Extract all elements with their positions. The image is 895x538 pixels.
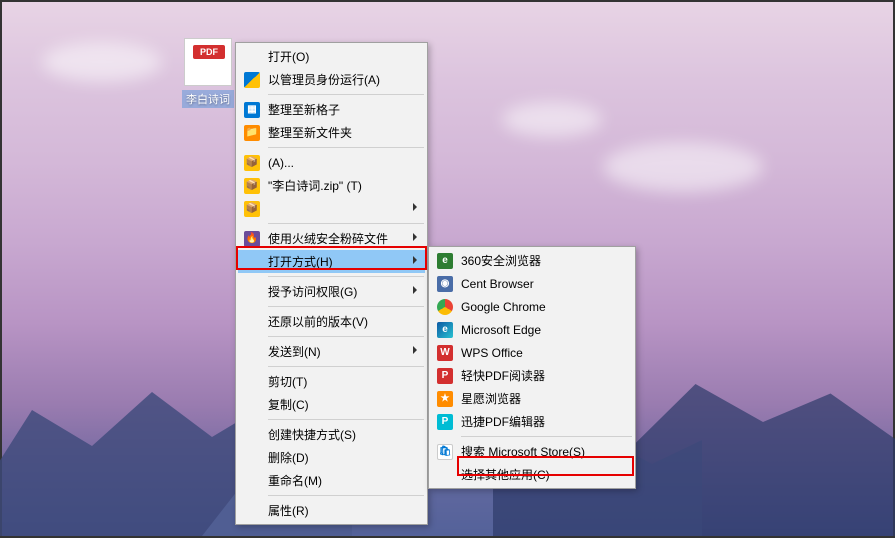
- archive-icon: 📦: [244, 201, 260, 217]
- chevron-right-icon: [411, 346, 419, 357]
- openwith-xingyuan[interactable]: ★ 星愿浏览器: [431, 387, 633, 410]
- menu-open[interactable]: 打开(O): [238, 45, 425, 68]
- browser-360-icon: e: [437, 253, 453, 269]
- menu-grant-access[interactable]: 授予访问权限(G): [238, 280, 425, 303]
- menu-create-shortcut[interactable]: 创建快捷方式(S): [238, 423, 425, 446]
- openwith-choose-other[interactable]: 选择其他应用(C): [431, 463, 633, 486]
- shield-icon: [244, 72, 260, 88]
- context-menu: 打开(O) 以管理员身份运行(A) ▦ 整理至新格子 📁 整理至新文件夹 📦 (…: [235, 42, 428, 525]
- menu-separator: [268, 495, 424, 496]
- star-browser-icon: ★: [437, 391, 453, 407]
- menu-open-with[interactable]: 打开方式(H): [238, 250, 425, 273]
- open-with-submenu: e 360安全浏览器 ◉ Cent Browser Google Chrome …: [428, 246, 636, 489]
- menu-separator: [268, 147, 424, 148]
- menu-tidy-grid[interactable]: ▦ 整理至新格子: [238, 98, 425, 121]
- edge-icon: e: [437, 322, 453, 338]
- chevron-right-icon: [411, 256, 419, 267]
- menu-separator: [268, 306, 424, 307]
- openwith-search-store[interactable]: 🛍 搜索 Microsoft Store(S): [431, 440, 633, 463]
- openwith-wps[interactable]: W WPS Office: [431, 341, 633, 364]
- chevron-right-icon: [411, 233, 419, 244]
- openwith-qingkuai-pdf[interactable]: P 轻快PDF阅读器: [431, 364, 633, 387]
- menu-run-as-admin[interactable]: 以管理员身份运行(A): [238, 68, 425, 91]
- menu-rename[interactable]: 重命名(M): [238, 469, 425, 492]
- openwith-xunjie-pdf[interactable]: P 迅捷PDF编辑器: [431, 410, 633, 433]
- openwith-360[interactable]: e 360安全浏览器: [431, 249, 633, 272]
- shred-icon: 🔥: [244, 231, 260, 247]
- chevron-right-icon: [411, 203, 419, 214]
- menu-shred[interactable]: 🔥 使用火绒安全粉碎文件: [238, 227, 425, 250]
- menu-tidy-folder[interactable]: 📁 整理至新文件夹: [238, 121, 425, 144]
- archive-icon: 📦: [244, 155, 260, 171]
- chevron-right-icon: [411, 286, 419, 297]
- chrome-icon: [437, 299, 453, 315]
- menu-archive-a[interactable]: 📦 (A)...: [238, 151, 425, 174]
- file-thumbnail: PDF: [184, 38, 232, 86]
- menu-properties[interactable]: 属性(R): [238, 499, 425, 522]
- openwith-cent[interactable]: ◉ Cent Browser: [431, 272, 633, 295]
- pdf-editor-icon: P: [437, 414, 453, 430]
- folder-plus-icon: 📁: [244, 125, 260, 141]
- menu-separator: [268, 223, 424, 224]
- menu-separator: [268, 276, 424, 277]
- menu-separator: [268, 94, 424, 95]
- menu-submenu-blank[interactable]: 📦: [238, 197, 425, 220]
- menu-separator: [268, 366, 424, 367]
- desktop-file-pdf[interactable]: PDF 李白诗词: [182, 38, 234, 108]
- menu-restore-prev[interactable]: 还原以前的版本(V): [238, 310, 425, 333]
- menu-cut[interactable]: 剪切(T): [238, 370, 425, 393]
- wps-icon: W: [437, 345, 453, 361]
- pdf-reader-icon: P: [437, 368, 453, 384]
- pdf-badge: PDF: [193, 45, 225, 59]
- menu-archive-zip[interactable]: 📦 "李白诗词.zip" (T): [238, 174, 425, 197]
- menu-separator: [268, 419, 424, 420]
- menu-send-to[interactable]: 发送到(N): [238, 340, 425, 363]
- cent-browser-icon: ◉: [437, 276, 453, 292]
- openwith-chrome[interactable]: Google Chrome: [431, 295, 633, 318]
- menu-separator: [461, 436, 632, 437]
- zip-icon: 📦: [244, 178, 260, 194]
- openwith-edge[interactable]: e Microsoft Edge: [431, 318, 633, 341]
- file-label: 李白诗词: [182, 90, 234, 108]
- menu-copy[interactable]: 复制(C): [238, 393, 425, 416]
- menu-separator: [268, 336, 424, 337]
- grid-icon: ▦: [244, 102, 260, 118]
- menu-delete[interactable]: 删除(D): [238, 446, 425, 469]
- store-icon: 🛍: [437, 444, 453, 460]
